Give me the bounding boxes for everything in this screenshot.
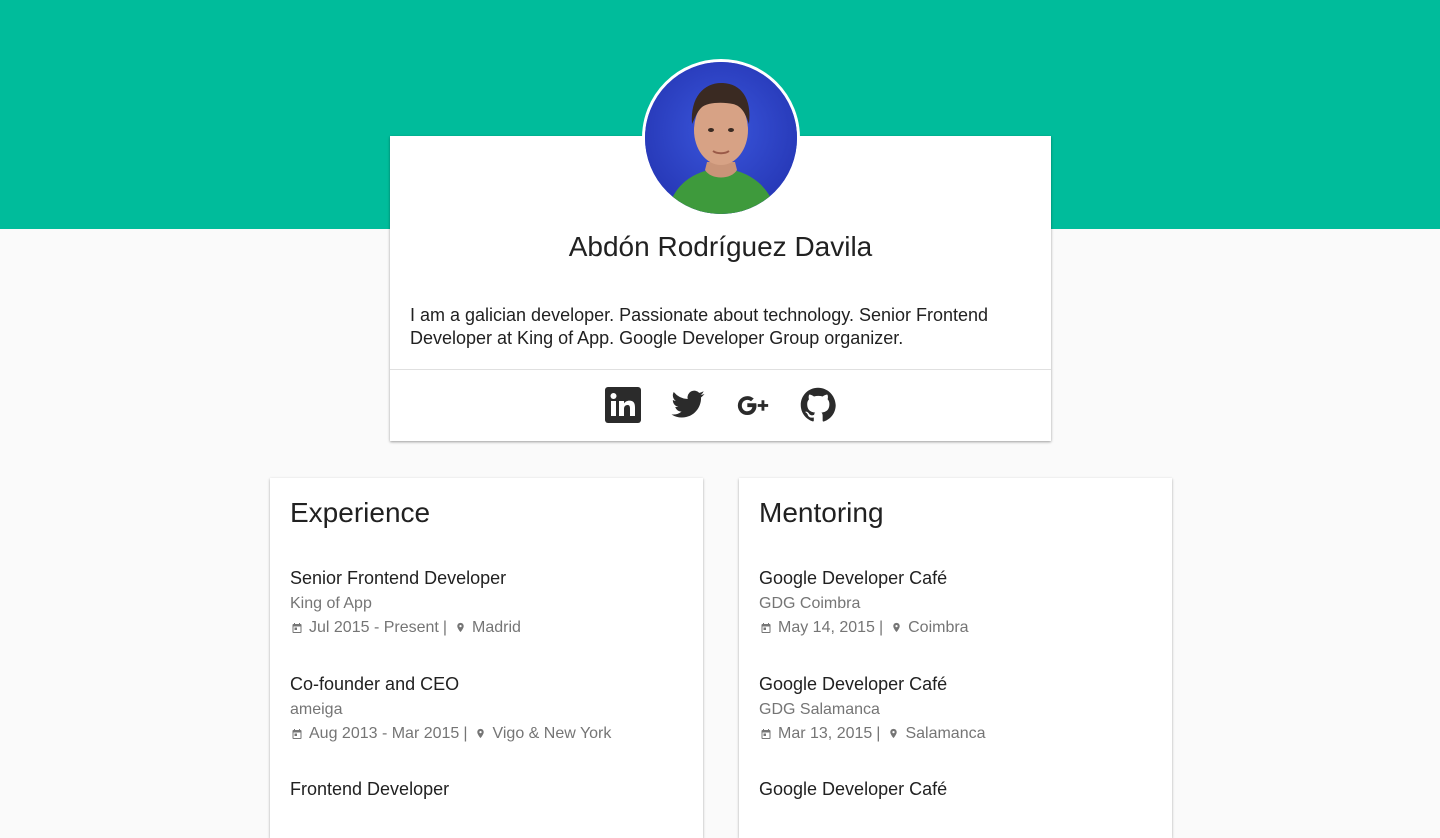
meta-separator: | xyxy=(442,619,448,636)
location-pin-icon xyxy=(886,727,900,741)
meta-separator: | xyxy=(878,619,884,636)
calendar-icon xyxy=(759,727,773,741)
entry-title: Senior Frontend Developer xyxy=(290,568,507,588)
experience-item: Senior Frontend Developer King of App Ju… xyxy=(290,566,521,638)
entry-location: Madrid xyxy=(472,619,521,636)
meta-separator: | xyxy=(876,725,881,742)
profile-name: Abdón Rodríguez Davila xyxy=(568,231,873,262)
entry-location: Vigo & New York xyxy=(492,725,612,742)
google-plus-link[interactable] xyxy=(735,387,771,423)
entry-dates: Mar 13, 2015 xyxy=(778,725,873,742)
entry-title: Frontend Developer xyxy=(290,779,450,799)
avatar-portrait xyxy=(645,62,797,214)
calendar-icon xyxy=(759,621,773,635)
entry-dates: Jul 2015 - Present xyxy=(309,619,439,636)
entry-title: Google Developer Café xyxy=(759,779,948,799)
entry-dates: May 14, 2015 xyxy=(778,619,875,636)
mentoring-item: Google Developer Café GDG Coimbra May 14… xyxy=(759,566,969,638)
linkedin-icon xyxy=(605,387,641,423)
experience-card: Experience Senior Frontend Developer Kin… xyxy=(270,478,703,838)
experience-title: Experience xyxy=(290,497,431,528)
mentoring-title: Mentoring xyxy=(759,497,884,528)
twitter-link[interactable] xyxy=(670,387,706,423)
entry-meta: Jul 2015 - Present | Madrid xyxy=(290,617,521,638)
entry-title: Co-founder and CEO xyxy=(290,674,460,694)
github-icon xyxy=(800,387,836,422)
location-pin-icon xyxy=(453,621,467,635)
profile-bio: I am a galician developer. Passionate ab… xyxy=(410,305,989,348)
entry-title: Google Developer Café xyxy=(759,674,948,694)
entry-company: King of App xyxy=(290,595,372,612)
github-link[interactable] xyxy=(800,387,836,423)
twitter-icon xyxy=(671,390,705,418)
entry-organizer: GDG Salamanca xyxy=(759,701,880,718)
entry-company: ameiga xyxy=(290,701,343,718)
meta-separator: | xyxy=(463,725,468,742)
entry-title: Google Developer Café xyxy=(759,568,948,588)
entry-location: Salamanca xyxy=(905,725,986,742)
experience-item: Frontend Developer xyxy=(290,777,449,801)
calendar-icon xyxy=(290,727,304,741)
google-plus-icon xyxy=(737,396,769,416)
entry-dates: Aug 2013 - Mar 2015 xyxy=(309,725,460,742)
location-pin-icon xyxy=(473,727,487,741)
entry-meta: Mar 13, 2015 | Salamanca xyxy=(759,723,985,744)
avatar xyxy=(642,59,800,217)
calendar-icon xyxy=(290,621,304,635)
experience-item: Co-founder and CEO ameiga Aug 2013 - Mar… xyxy=(290,672,611,744)
divider xyxy=(390,369,1051,370)
entry-meta: Aug 2013 - Mar 2015 | Vigo & New York xyxy=(290,723,611,744)
location-pin-icon xyxy=(889,621,903,635)
mentoring-item: Google Developer Café GDG Salamanca Mar … xyxy=(759,672,985,744)
social-links xyxy=(390,387,1051,425)
mentoring-item: Google Developer Café xyxy=(759,777,947,801)
entry-location: Coimbra xyxy=(908,619,969,636)
entry-organizer: GDG Coimbra xyxy=(759,595,861,612)
linkedin-link[interactable] xyxy=(605,387,641,423)
entry-meta: May 14, 2015 | Coimbra xyxy=(759,617,969,638)
mentoring-card: Mentoring Google Developer Café GDG Coim… xyxy=(739,478,1172,838)
